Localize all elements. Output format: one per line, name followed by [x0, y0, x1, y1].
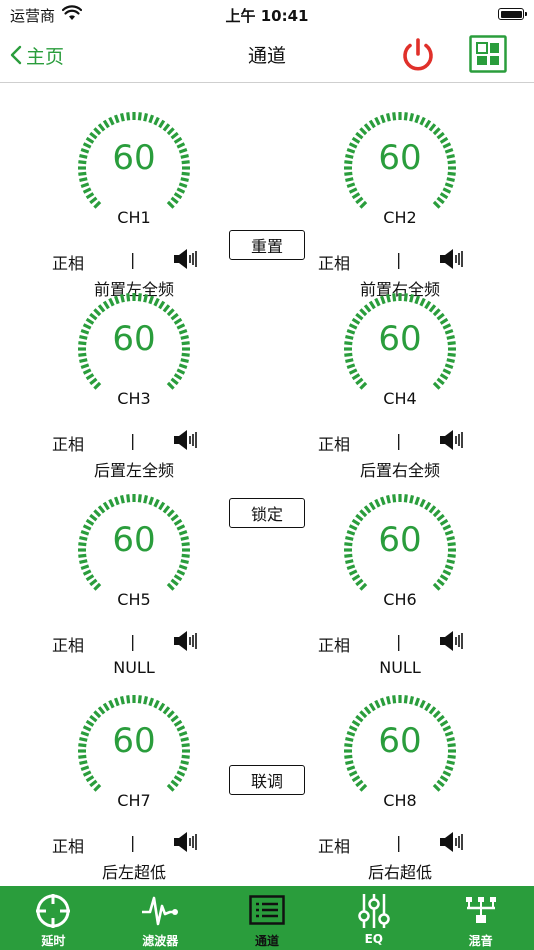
gauge-value: 60 — [378, 319, 422, 359]
phase-toggle[interactable]: 正相 — [314, 250, 354, 274]
divider: | — [396, 250, 402, 269]
channel-name: NULL — [113, 658, 155, 677]
divider: | — [396, 431, 402, 450]
speaker-icon[interactable] — [439, 248, 465, 270]
link-button[interactable]: 联调 — [229, 765, 305, 795]
divider: | — [130, 833, 136, 852]
channel-ch4: 60 CH4 正相 | 后置右全频 — [300, 277, 500, 480]
tab-delay[interactable]: 延时 — [0, 886, 107, 950]
channel-name: 后右超低 — [367, 863, 432, 882]
divider: | — [130, 632, 136, 651]
battery-icon — [498, 8, 527, 20]
channel-label: CH5 — [117, 590, 151, 609]
speaker-icon[interactable] — [173, 630, 199, 652]
tab-bar: 延时 滤波器 通道 EQ 混音 — [0, 886, 534, 950]
speaker-icon[interactable] — [173, 248, 199, 270]
tab-label: 延时 — [41, 934, 66, 948]
channel-label: CH8 — [383, 791, 417, 810]
channel-label: CH7 — [117, 791, 151, 810]
channel-ch2: 60 CH2 正相 | 前置右全频 — [300, 96, 500, 299]
channel-label: CH4 — [383, 389, 417, 408]
tab-label: 滤波器 — [142, 934, 179, 948]
tab-filter[interactable]: 滤波器 — [107, 886, 214, 950]
channel-name: NULL — [379, 658, 421, 677]
page-title: 通道 — [247, 45, 286, 67]
network-icon — [465, 897, 496, 923]
phase-toggle[interactable]: 正相 — [314, 632, 354, 656]
channel-ch8: 60 CH8 正相 | 后右超低 — [300, 679, 500, 882]
reset-button[interactable]: 重置 — [229, 230, 305, 260]
gauge-value: 60 — [112, 721, 156, 761]
gauge-value: 60 — [112, 520, 156, 560]
channel-ch1: 60 CH1 正相 | 前置左全频 — [34, 96, 234, 299]
speaker-icon[interactable] — [173, 831, 199, 853]
channel-list-icon — [249, 895, 285, 925]
channel-ch6: 60 CH6 正相 | NULL — [300, 478, 500, 678]
tab-label: EQ — [364, 932, 383, 946]
status-bar: 运营商 上午 10:41 — [0, 0, 534, 28]
phase-toggle[interactable]: 正相 — [314, 833, 354, 857]
phase-toggle[interactable]: 正相 — [48, 833, 88, 857]
layout-grid-icon[interactable] — [469, 35, 507, 73]
tab-mix[interactable]: 混音 — [427, 886, 534, 950]
gauge-value: 60 — [378, 520, 422, 560]
waveform-icon — [142, 896, 179, 926]
crosshair-icon — [36, 894, 71, 928]
divider: | — [130, 250, 136, 269]
divider: | — [130, 431, 136, 450]
clock: 上午 10:41 — [225, 7, 309, 25]
power-icon[interactable] — [398, 35, 438, 75]
divider: | — [396, 833, 402, 852]
phase-toggle[interactable]: 正相 — [48, 250, 88, 274]
tab-label: 混音 — [468, 934, 493, 948]
channel-ch5: 60 CH5 正相 | NULL — [34, 478, 234, 678]
phase-toggle[interactable]: 正相 — [314, 431, 354, 455]
channel-label: CH2 — [383, 208, 417, 227]
tab-channel[interactable]: 通道 — [214, 886, 321, 950]
channel-ch3: 60 CH3 正相 | 后置左全频 — [34, 277, 234, 480]
tab-label: 通道 — [254, 934, 279, 948]
divider: | — [396, 632, 402, 651]
phase-toggle[interactable]: 正相 — [48, 431, 88, 455]
tab-eq[interactable]: EQ — [320, 886, 427, 950]
gauge-value: 60 — [378, 138, 422, 178]
channel-ch7: 60 CH7 正相 | 后左超低 — [34, 679, 234, 882]
gauge-value: 60 — [112, 138, 156, 178]
navigation-bar: 主页 通道 — [0, 28, 534, 83]
speaker-icon[interactable] — [173, 429, 199, 451]
gauge-value: 60 — [378, 721, 422, 761]
gauge-value: 60 — [112, 319, 156, 359]
speaker-icon[interactable] — [439, 630, 465, 652]
channel-label: CH6 — [383, 590, 417, 609]
channel-label: CH1 — [117, 208, 151, 227]
channel-label: CH3 — [117, 389, 151, 408]
speaker-icon[interactable] — [439, 831, 465, 853]
channel-name: 后左超低 — [101, 863, 166, 882]
speaker-icon[interactable] — [439, 429, 465, 451]
sliders-icon — [358, 894, 390, 928]
lock-button[interactable]: 锁定 — [229, 498, 305, 528]
phase-toggle[interactable]: 正相 — [48, 632, 88, 656]
